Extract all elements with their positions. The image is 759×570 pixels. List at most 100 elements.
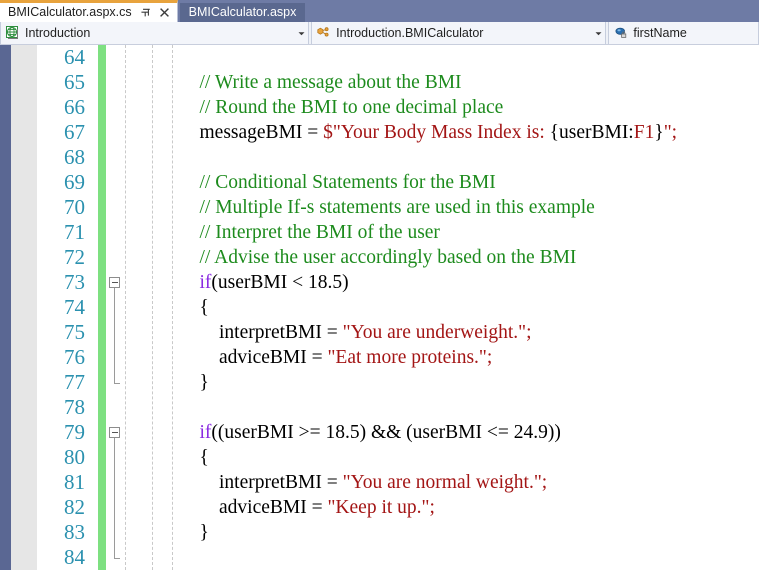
line-number: 84 <box>64 545 85 569</box>
code-line[interactable] <box>112 395 759 420</box>
code-line[interactable]: { <box>112 295 759 320</box>
tab-strip-empty-area <box>305 0 759 22</box>
line-number: 67 <box>64 120 85 144</box>
document-tab-label: BMICalculator.aspx <box>188 5 297 20</box>
line-number: 76 <box>64 345 85 369</box>
code-token-str: F1 <box>633 122 655 143</box>
code-token-txt: messageBMI = <box>180 122 324 143</box>
code-line[interactable]: } <box>112 520 759 545</box>
document-tab-inactive[interactable]: BMICalculator.aspx <box>179 3 306 22</box>
code-token-txt: ((userBMI >= 18.5) && (userBMI <= 24.9)) <box>211 422 561 443</box>
document-tab-icons <box>139 6 171 19</box>
code-token-kw: if <box>180 422 212 443</box>
code-text-area[interactable]: // Write a message about the BMI // Roun… <box>112 45 759 570</box>
code-lines[interactable]: // Write a message about the BMI // Roun… <box>112 45 759 570</box>
code-line[interactable]: adviceBMI = "Eat more proteins."; <box>112 345 759 370</box>
code-line[interactable]: messageBMI = $"Your Body Mass Index is: … <box>112 120 759 145</box>
code-line[interactable]: // Write a message about the BMI <box>112 70 759 95</box>
code-token-txt: {userBMI: <box>549 122 634 143</box>
field-lock-icon <box>613 26 628 41</box>
line-number: 79 <box>64 420 85 444</box>
namespace-globe-icon <box>5 26 20 41</box>
code-token-str: "You are normal weight."; <box>342 472 548 493</box>
code-token-txt: } <box>180 372 209 393</box>
close-icon[interactable] <box>158 6 171 19</box>
namespace-dropdown-value: Introduction <box>25 26 91 40</box>
code-token-com: // Interpret the BMI of the user <box>180 222 440 243</box>
code-token-com: // Advise the user accordingly based on … <box>180 247 577 268</box>
line-number: 75 <box>64 320 85 344</box>
line-number: 83 <box>64 520 85 544</box>
code-token-str: "Keep it up."; <box>327 497 435 518</box>
code-line[interactable]: // Multiple If-s statements are used in … <box>112 195 759 220</box>
line-number: 72 <box>64 245 85 269</box>
code-token-txt: { <box>180 447 209 468</box>
document-tab-label: BMICalculator.aspx.cs <box>8 5 132 20</box>
line-number: 66 <box>64 95 85 119</box>
change-tracking-bar <box>98 45 106 570</box>
line-number: 73 <box>64 270 85 294</box>
code-token-str: "You are underweight."; <box>342 322 532 343</box>
editor-edge-strip <box>0 45 11 570</box>
line-number-gutter: 64 65 66 67 68 69 70 71 72 73 74 75 76 77 78 79 80 81 82 83… <box>37 45 94 570</box>
code-token-txt: adviceBMI = <box>180 347 328 368</box>
code-token-str: "; <box>663 122 678 143</box>
member-dropdown-value: firstName <box>633 26 687 40</box>
code-line[interactable] <box>112 545 759 570</box>
code-token-txt: { <box>180 297 209 318</box>
code-token-com: // Write a message about the BMI <box>180 72 462 93</box>
chevron-down-icon[interactable] <box>591 29 605 38</box>
line-number: 81 <box>64 470 85 494</box>
code-line[interactable] <box>112 45 759 70</box>
code-token-str: $"Your Body Mass Index is: <box>323 122 550 143</box>
code-token-kw: if <box>180 272 212 293</box>
line-number: 82 <box>64 495 85 519</box>
line-number: 65 <box>64 70 85 94</box>
selection-margin[interactable] <box>11 45 37 570</box>
code-line[interactable]: interpretBMI = "You are underweight."; <box>112 320 759 345</box>
indent-guide <box>172 45 173 570</box>
code-line[interactable]: if((userBMI >= 18.5) && (userBMI <= 24.9… <box>112 420 759 445</box>
code-token-txt: (userBMI < 18.5) <box>211 272 349 293</box>
code-editor-surface[interactable]: 64 65 66 67 68 69 70 71 72 73 74 75 76 77 78 79 80 81 82 83… <box>0 45 759 570</box>
code-line[interactable]: // Conditional Statements for the BMI <box>112 170 759 195</box>
line-number: 77 <box>64 370 85 394</box>
code-line[interactable]: // Advise the user accordingly based on … <box>112 245 759 270</box>
member-dropdown[interactable]: firstName <box>608 22 759 44</box>
code-navigation-bar: Introduction Introduction.BMICalculator <box>0 22 759 45</box>
class-icon <box>316 26 331 41</box>
code-line[interactable]: { <box>112 445 759 470</box>
code-line[interactable]: // Round the BMI to one decimal place <box>112 95 759 120</box>
code-token-txt: interpretBMI = <box>180 472 343 493</box>
code-token-txt: adviceBMI = <box>180 497 328 518</box>
indent-guide <box>152 45 153 570</box>
class-dropdown-value: Introduction.BMICalculator <box>336 26 484 40</box>
code-token-txt: } <box>180 522 209 543</box>
line-number: 69 <box>64 170 85 194</box>
line-number: 78 <box>64 395 85 419</box>
chevron-down-icon[interactable] <box>294 29 308 38</box>
document-tab-strip: BMICalculator.aspx.cs BMICalculator.aspx <box>0 0 759 22</box>
indent-guide <box>125 45 126 570</box>
class-dropdown[interactable]: Introduction.BMICalculator <box>311 22 607 44</box>
line-number: 68 <box>64 145 85 169</box>
code-token-com: // Multiple If-s statements are used in … <box>180 197 595 218</box>
code-line[interactable]: // Interpret the BMI of the user <box>112 220 759 245</box>
code-token-str: "Eat more proteins."; <box>327 347 493 368</box>
pin-icon[interactable] <box>139 6 152 19</box>
line-number: 64 <box>64 45 85 69</box>
line-number: 74 <box>64 295 85 319</box>
line-number: 80 <box>64 445 85 469</box>
code-line[interactable]: } <box>112 370 759 395</box>
document-tab-active[interactable]: BMICalculator.aspx.cs <box>0 0 178 22</box>
namespace-dropdown[interactable]: Introduction <box>0 22 310 44</box>
code-line[interactable]: if(userBMI < 18.5) <box>112 270 759 295</box>
code-token-com: // Round the BMI to one decimal place <box>180 97 504 118</box>
code-line[interactable] <box>112 145 759 170</box>
code-token-com: // Conditional Statements for the BMI <box>180 172 496 193</box>
code-line[interactable]: interpretBMI = "You are normal weight."; <box>112 470 759 495</box>
visual-studio-editor-window: BMICalculator.aspx.cs BMICalculator.aspx <box>0 0 759 570</box>
line-number: 70 <box>64 195 85 219</box>
code-line[interactable]: adviceBMI = "Keep it up."; <box>112 495 759 520</box>
code-token-txt: } <box>654 122 664 143</box>
